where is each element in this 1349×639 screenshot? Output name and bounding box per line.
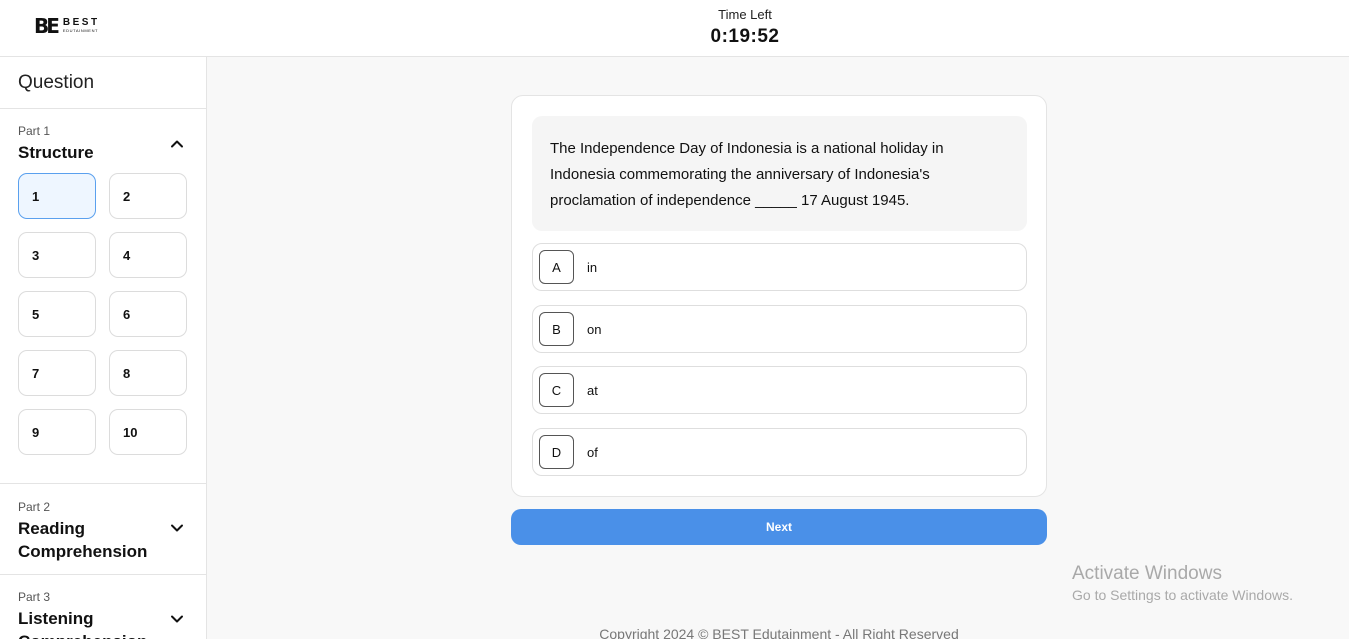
part-1-header[interactable]: Part 1 Structure	[18, 124, 94, 164]
watermark-subtitle: Go to Settings to activate Windows.	[1072, 587, 1293, 603]
question-card: The Independence Day of Indonesia is a n…	[511, 95, 1047, 497]
option-letter: B	[539, 312, 574, 346]
question-number-button[interactable]: 2	[109, 173, 187, 219]
question-number-button[interactable]: 8	[109, 350, 187, 396]
question-number-button[interactable]: 1	[18, 173, 96, 219]
sidebar-title: Question	[18, 72, 95, 93]
timer-value: 0:19:52	[710, 26, 780, 47]
logo-text: BEST EDUTAINMENT	[63, 18, 100, 34]
part-3-header[interactable]: Part 3 Listening Comprehension	[18, 590, 168, 639]
part-name: Structure	[18, 143, 94, 162]
option-d[interactable]: D of	[532, 428, 1027, 476]
question-number-button[interactable]: 10	[109, 409, 187, 455]
windows-activation-watermark: Activate Windows Go to Settings to activ…	[1072, 563, 1293, 603]
option-letter: D	[539, 435, 574, 469]
part-label: Part 1	[18, 124, 51, 138]
logo-name: BEST	[62, 17, 100, 28]
timer: Time Left 0:19:52	[645, 7, 845, 48]
question-number-button[interactable]: 7	[18, 350, 96, 396]
question-number-button[interactable]: 4	[109, 232, 187, 278]
option-c[interactable]: C at	[532, 366, 1027, 414]
footer-copyright: Copyright 2024 © BEST Edutainment - All …	[599, 626, 959, 639]
sidebar-divider	[0, 574, 206, 575]
best-edutainment-logo[interactable]: BE BEST EDUTAINMENT	[34, 15, 100, 37]
option-letter: C	[539, 373, 574, 407]
part-name: Listening Comprehension	[18, 609, 147, 639]
next-button[interactable]: Next	[511, 509, 1047, 545]
question-number-button[interactable]: 9	[18, 409, 96, 455]
question-number-button[interactable]: 6	[109, 291, 187, 337]
chevron-down-icon[interactable]	[168, 519, 186, 537]
part-label: Part 3	[18, 590, 51, 604]
part-label: Part 2	[18, 500, 51, 514]
top-bar: BE BEST EDUTAINMENT Time Left 0:19:52	[0, 0, 1349, 57]
sidebar-divider	[0, 483, 206, 484]
chevron-up-icon[interactable]	[168, 135, 186, 153]
sidebar-divider	[0, 108, 206, 109]
logo-mark: BE	[34, 14, 60, 38]
chevron-down-icon[interactable]	[168, 610, 186, 628]
watermark-title: Activate Windows	[1072, 563, 1222, 584]
question-sidebar: Question Part 1 Structure 1 2 3 4 5 6 7 8 9 10 Pa…	[0, 57, 207, 639]
timer-label: Time Left	[718, 7, 772, 22]
question-grid: 1 2 3 4 5 6 7 8 9 10	[18, 173, 188, 455]
option-text: of	[587, 444, 598, 460]
option-letter: A	[539, 250, 574, 284]
option-text: at	[587, 382, 598, 398]
question-text: The Independence Day of Indonesia is a n…	[532, 116, 1027, 231]
question-number-button[interactable]: 3	[18, 232, 96, 278]
part-name: Reading Comprehension	[18, 519, 148, 561]
part-2-header[interactable]: Part 2 Reading Comprehension	[18, 500, 168, 563]
option-text: on	[587, 321, 602, 337]
option-text: in	[587, 259, 598, 275]
question-number-button[interactable]: 5	[18, 291, 96, 337]
option-a[interactable]: A in	[532, 243, 1027, 291]
option-b[interactable]: B on	[532, 305, 1027, 353]
logo-sub: EDUTAINMENT	[62, 28, 99, 33]
